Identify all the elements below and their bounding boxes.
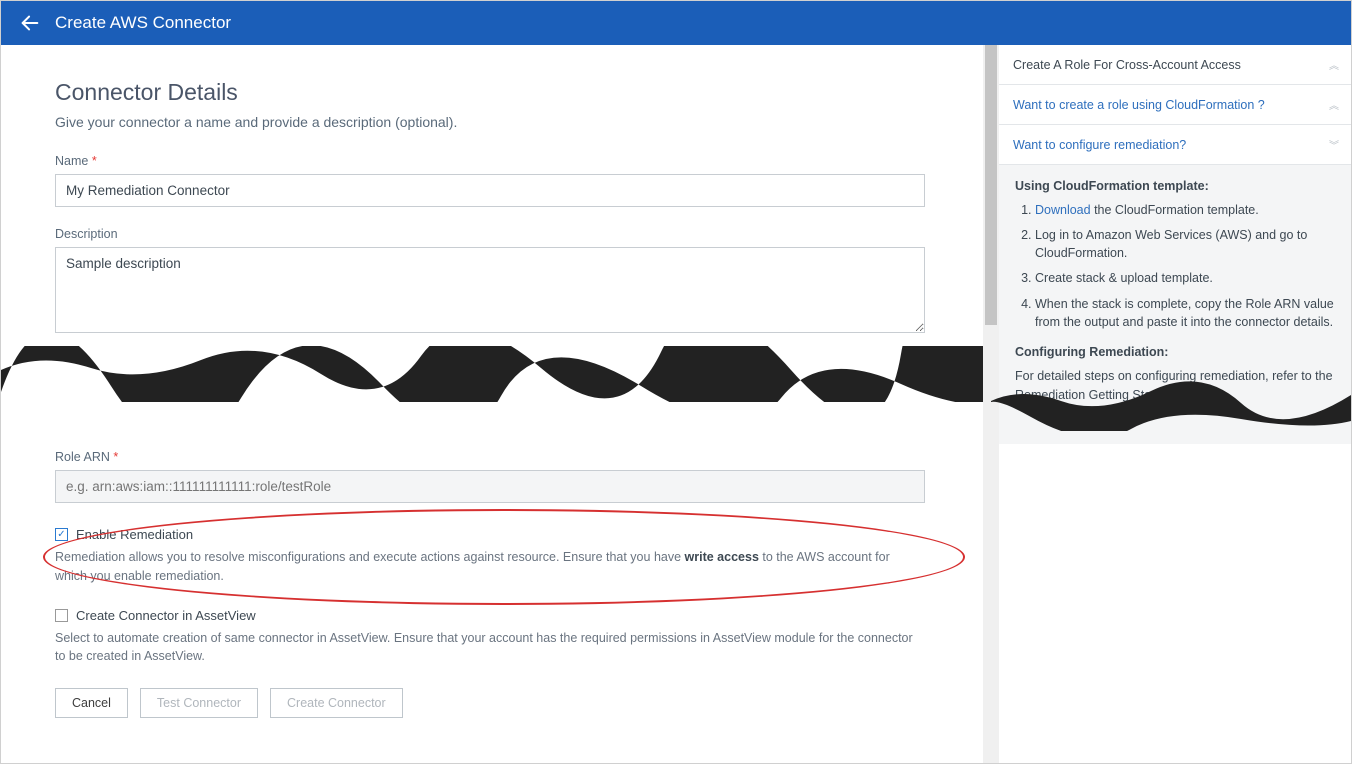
chevron-expand-icon: ︽ (1329, 97, 1337, 112)
side-heading-remediation: Configuring Remediation: (1015, 345, 1335, 359)
accordion-cloudformation[interactable]: Want to create a role using CloudFormati… (999, 85, 1351, 125)
side-step: When the stack is complete, copy the Rol… (1035, 295, 1335, 331)
page-subtitle: Give your connector a name and provide a… (55, 114, 957, 130)
side-step: Log in to Amazon Web Services (AWS) and … (1035, 226, 1335, 262)
side-steps-list: Download the CloudFormation template. Lo… (1035, 201, 1335, 331)
lower-section: Role ARN * ✓ Enable Remediation Remediat… (55, 406, 957, 718)
role-arn-input[interactable] (55, 470, 925, 503)
torn-edge-side (991, 381, 1351, 431)
assetview-row: ✓ Create Connector in AssetView (55, 608, 957, 623)
page-title: Connector Details (55, 79, 957, 106)
side-heading-cf: Using CloudFormation template: (1015, 179, 1335, 193)
description-label: Description (55, 227, 957, 241)
side-panel: Create A Role For Cross-Account Access ︽… (999, 45, 1351, 763)
download-link[interactable]: Download (1035, 203, 1091, 217)
create-connector-button[interactable]: Create Connector (270, 688, 403, 718)
required-star: * (113, 450, 118, 464)
enable-remediation-label: Enable Remediation (76, 527, 193, 542)
header-bar: Create AWS Connector (1, 1, 1351, 45)
body: Connector Details Give your connector a … (1, 45, 1351, 763)
assetview-label: Create Connector in AssetView (76, 608, 256, 623)
enable-remediation-description: Remediation allows you to resolve miscon… (55, 548, 915, 586)
side-step: Create stack & upload template. (1035, 269, 1335, 287)
name-input[interactable] (55, 174, 925, 207)
scrollbar-thumb[interactable] (985, 45, 997, 325)
back-arrow-icon[interactable] (19, 12, 41, 34)
enable-remediation-checkbox[interactable]: ✓ (55, 528, 68, 541)
main-panel: Connector Details Give your connector a … (1, 45, 999, 763)
name-label: Name * (55, 154, 957, 168)
cancel-button[interactable]: Cancel (55, 688, 128, 718)
enable-remediation-row: ✓ Enable Remediation (55, 527, 957, 542)
role-arn-label: Role ARN * (55, 450, 957, 464)
app-window: Create AWS Connector Connector Details G… (0, 0, 1352, 764)
assetview-description: Select to automate creation of same conn… (55, 629, 915, 667)
accordion-cross-account[interactable]: Create A Role For Cross-Account Access ︽ (999, 45, 1351, 85)
chevron-expand-icon: ︽ (1329, 57, 1337, 72)
test-connector-button[interactable]: Test Connector (140, 688, 258, 718)
assetview-checkbox[interactable]: ✓ (55, 609, 68, 622)
page-header-title: Create AWS Connector (55, 13, 231, 33)
button-row: Cancel Test Connector Create Connector (55, 688, 957, 718)
required-star: * (92, 154, 97, 168)
side-step: Download the CloudFormation template. (1035, 201, 1335, 219)
chevron-collapse-icon: ︾ (1329, 137, 1337, 152)
description-textarea[interactable] (55, 247, 925, 333)
accordion-remediation[interactable]: Want to configure remediation? ︾ (999, 125, 1351, 165)
